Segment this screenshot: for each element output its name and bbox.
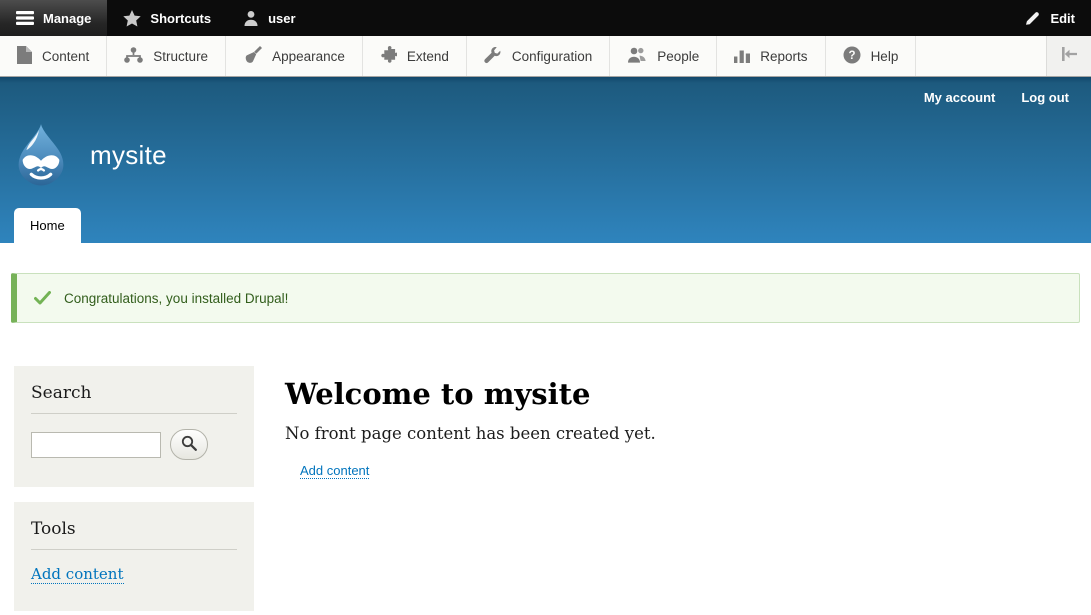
tray-item-help-label: Help — [871, 49, 899, 64]
edit-button-label: Edit — [1050, 11, 1075, 26]
site-name[interactable]: mysite — [90, 140, 167, 171]
tray-item-reports-label: Reports — [760, 49, 807, 64]
page-layout: Search Tools Add content — [0, 323, 1091, 615]
toolbar-orientation-toggle[interactable] — [1046, 36, 1091, 76]
log-out-link[interactable]: Log out — [1021, 90, 1069, 105]
tray-item-structure[interactable]: Structure — [107, 36, 226, 76]
toolbar-manage-tab[interactable]: Manage — [0, 0, 107, 36]
svg-text:?: ? — [848, 50, 855, 62]
status-message-text: Congratulations, you installed Drupal! — [64, 291, 288, 306]
tray-item-configuration[interactable]: Configuration — [467, 36, 610, 76]
drupal-admin-page: Manage Shortcuts user Edit — [0, 0, 1091, 615]
toolbar-shortcuts-label: Shortcuts — [150, 11, 211, 26]
file-icon — [17, 46, 32, 67]
pencil-icon — [1024, 10, 1041, 26]
tray-item-structure-label: Structure — [153, 49, 208, 64]
checkmark-icon — [34, 291, 51, 308]
bar-chart-icon — [734, 47, 750, 66]
help-icon: ? — [843, 46, 861, 67]
toolbar-manage-label: Manage — [43, 11, 91, 26]
menu-icon — [16, 11, 34, 25]
search-form — [31, 429, 237, 460]
user-icon — [243, 10, 259, 26]
wrench-icon — [484, 46, 502, 67]
tray-item-content-label: Content — [42, 49, 89, 64]
tray-item-help[interactable]: ? Help — [826, 36, 917, 76]
admin-toolbar-left: Manage Shortcuts user — [0, 0, 312, 36]
people-icon — [627, 47, 647, 66]
empty-frontpage-text: No front page content has been created y… — [285, 424, 656, 443]
admin-tray: Content Structure Appearance Extend Conf… — [0, 36, 1091, 77]
my-account-link[interactable]: My account — [924, 90, 996, 105]
magnifier-icon — [181, 435, 197, 454]
toolbar-user-label: user — [268, 11, 295, 26]
admin-toolbar-right: Edit — [1008, 0, 1091, 36]
main-content: Welcome to mysite No front page content … — [285, 377, 656, 480]
tray-item-people-label: People — [657, 49, 699, 64]
sidebar: Search Tools Add content — [14, 366, 254, 615]
druplicon-logo[interactable] — [12, 123, 70, 187]
search-submit-button[interactable] — [170, 429, 208, 460]
sidebar-add-content-link[interactable]: Add content — [31, 565, 124, 584]
search-block: Search — [14, 366, 254, 487]
tray-item-extend[interactable]: Extend — [363, 36, 467, 76]
tray-item-configuration-label: Configuration — [512, 49, 592, 64]
add-content-link[interactable]: Add content — [300, 463, 369, 479]
tray-item-appearance-label: Appearance — [272, 49, 345, 64]
search-input[interactable] — [31, 432, 161, 458]
sitemap-icon — [124, 47, 143, 66]
primary-tabs: Home — [14, 208, 81, 243]
main-area: Congratulations, you installed Drupal! S… — [0, 273, 1091, 615]
edit-button[interactable]: Edit — [1008, 0, 1091, 36]
tools-block-title: Tools — [31, 519, 237, 550]
page-title: Welcome to mysite — [285, 377, 656, 411]
secondary-menu: My account Log out — [924, 90, 1069, 105]
tab-home[interactable]: Home — [14, 208, 81, 243]
tray-spacer — [916, 36, 1046, 76]
site-branding: mysite — [12, 123, 167, 187]
tools-block: Tools Add content — [14, 502, 254, 611]
collapse-left-icon — [1059, 46, 1079, 67]
status-message: Congratulations, you installed Drupal! — [11, 273, 1080, 323]
tray-item-reports[interactable]: Reports — [717, 36, 825, 76]
admin-toolbar: Manage Shortcuts user Edit — [0, 0, 1091, 36]
tray-item-extend-label: Extend — [407, 49, 449, 64]
tray-item-people[interactable]: People — [610, 36, 717, 76]
tray-item-appearance[interactable]: Appearance — [226, 36, 363, 76]
toolbar-shortcuts-tab[interactable]: Shortcuts — [107, 0, 227, 36]
tray-item-content[interactable]: Content — [0, 36, 107, 76]
star-icon — [123, 10, 141, 27]
toolbar-user-tab[interactable]: user — [227, 0, 311, 36]
search-block-title: Search — [31, 383, 237, 414]
puzzle-icon — [380, 46, 397, 67]
site-header: My account Log out — [0, 77, 1091, 243]
paintbrush-icon — [243, 46, 262, 66]
